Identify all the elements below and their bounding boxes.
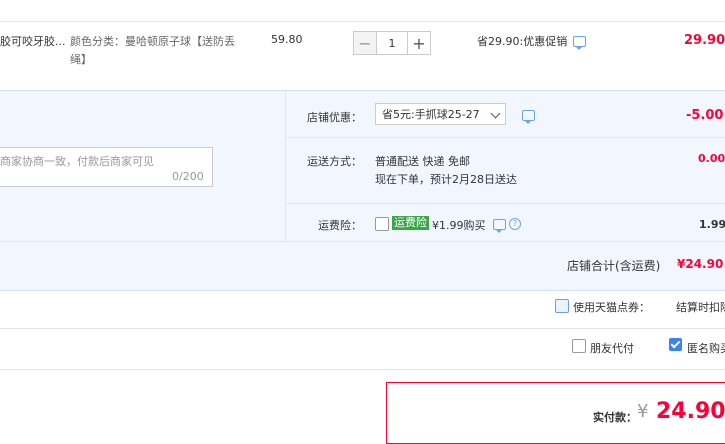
divider	[0, 369, 725, 370]
quantity-stepper[interactable]: − 1 +	[353, 31, 431, 55]
comment-icon[interactable]	[573, 35, 587, 50]
store-total-label: 店铺合计(含运费)	[567, 259, 661, 273]
store-discount-selected: 省5元:手抓球25-27	[382, 108, 480, 121]
divider	[286, 203, 725, 204]
tmall-points-checkbox[interactable]	[555, 299, 569, 313]
promotion-info: 省29.90:优惠促销	[477, 33, 587, 50]
tmall-points-note: 结算时扣除	[676, 301, 725, 314]
quantity-increase-button[interactable]: +	[407, 31, 431, 55]
promotion-label: 省29.90:优惠促销	[477, 35, 568, 48]
insurance-icons: ?	[493, 218, 521, 233]
anonymous-checkbox[interactable]	[669, 338, 682, 351]
comment-icon[interactable]	[522, 110, 535, 124]
insurance-price: ¥1.99购买	[432, 219, 486, 232]
insurance-label: 运费险：	[318, 219, 362, 232]
message-char-count: 0/200	[172, 170, 204, 183]
help-icon[interactable]: ?	[509, 218, 521, 230]
item-subtotal: 29.90	[684, 33, 725, 48]
shipping-method: 普通配送 快递 免邮	[375, 155, 470, 168]
insurance-checkbox[interactable]	[375, 217, 389, 231]
anonymous-label: 匿名购买	[687, 342, 725, 355]
shipping-label: 运送方式：	[307, 155, 362, 168]
insurance-badge: 运费险	[392, 216, 429, 230]
shipping-eta: 现在下单，预计2月28日送达	[375, 173, 517, 186]
divider	[0, 328, 725, 329]
product-name[interactable]: 胶可咬牙胶...	[0, 33, 66, 49]
comment-icon[interactable]	[493, 218, 506, 233]
quantity-input[interactable]: 1	[377, 31, 407, 55]
divider	[0, 241, 725, 242]
message-placeholder: 商家协商一致，付款后商家可见	[0, 155, 154, 168]
friend-pay-label: 朋友代付	[590, 342, 634, 355]
unit-price: 59.80	[271, 33, 303, 46]
divider	[285, 91, 286, 241]
tmall-points-label: 使用天猫点券：	[573, 301, 650, 314]
shipping-value: 0.00	[698, 152, 725, 165]
divider	[0, 21, 725, 22]
product-spec: 颜色分类：曼哈顿原子球【送防丢绳】	[70, 35, 235, 66]
payment-amount: 24.90	[656, 399, 725, 424]
friend-pay-checkbox[interactable]	[572, 339, 586, 353]
store-discount-select[interactable]: 省5元:手抓球25-27	[375, 103, 506, 125]
payment-currency: ¥	[637, 401, 649, 422]
store-discount-label: 店铺优惠：	[307, 111, 362, 124]
insurance-value: 1.99	[699, 218, 725, 231]
divider	[286, 137, 725, 138]
store-discount-value: -5.00	[686, 108, 724, 123]
store-total-value: ¥24.90	[677, 257, 724, 271]
chevron-down-icon	[490, 108, 501, 119]
quantity-decrease-button[interactable]: −	[353, 31, 377, 55]
payment-label: 实付款：	[593, 411, 637, 424]
